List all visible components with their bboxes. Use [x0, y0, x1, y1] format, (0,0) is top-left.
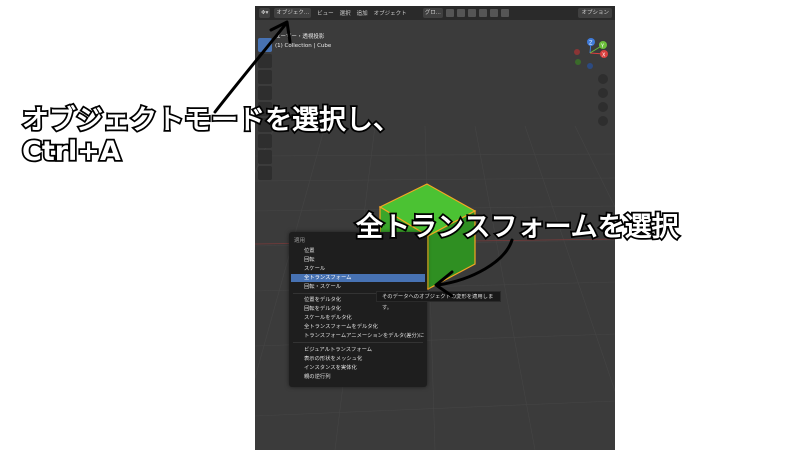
- viewport-info: ユーザー・透視投影 (1) Collection | Cube: [275, 33, 331, 51]
- move-tool-icon[interactable]: [258, 70, 272, 84]
- visibility-icon[interactable]: [478, 9, 487, 17]
- menu-item-rotation-delta[interactable]: 回転をデルタ化: [291, 305, 425, 313]
- menu-item-make-instances-real[interactable]: インスタンスを実体化: [291, 364, 425, 372]
- mode-dropdown[interactable]: オブジェク...: [274, 8, 312, 18]
- annotation-line1: オブジェクトモードを選択し、: [20, 103, 402, 138]
- measure-tool-icon[interactable]: [258, 150, 272, 164]
- pivot-icon[interactable]: [445, 9, 454, 17]
- editor-type-button[interactable]: ✥▾: [259, 8, 271, 18]
- menu-item-location[interactable]: 位置: [291, 247, 425, 255]
- annotation-line3: 全トランスフォームを選択: [354, 210, 680, 245]
- proportional-edit-icon[interactable]: [467, 9, 476, 17]
- grid-perspective-icon[interactable]: [598, 116, 608, 126]
- menu-add[interactable]: 追加: [357, 9, 368, 17]
- menu-item-visual-transform[interactable]: ビジュアルトランスフォーム: [291, 346, 425, 354]
- menu-item-all-transforms[interactable]: 全トランスフォーム: [291, 274, 425, 282]
- axis-gizmo: Z X Y: [574, 38, 608, 69]
- menu-select[interactable]: 選択: [340, 9, 351, 17]
- menu-title: 適用: [294, 238, 306, 244]
- cursor-tool-icon[interactable]: [258, 54, 272, 68]
- menu-item-all-transforms-delta[interactable]: 全トランスフォームをデルタ化: [291, 323, 425, 331]
- viewport-header: ✥▾ オブジェク... ビュー 選択 追加 オブジェクト グロ... オプション: [255, 6, 615, 20]
- zoom-icon[interactable]: [598, 74, 608, 84]
- shading-solid-icon[interactable]: [500, 9, 509, 17]
- select-tool-icon[interactable]: [258, 38, 272, 52]
- camera-icon[interactable]: [598, 102, 608, 112]
- menu-object[interactable]: オブジェクト: [374, 9, 407, 17]
- add-cube-tool-icon[interactable]: [258, 166, 272, 180]
- menu-item-visual-geometry-to-mesh[interactable]: 表示の形状をメッシュ化: [291, 355, 425, 363]
- menu-separator: [293, 342, 423, 343]
- view-label: ユーザー・透視投影: [275, 34, 325, 40]
- collection-label: (1) Collection | Cube: [275, 43, 332, 49]
- menu-item-scale-delta[interactable]: スケールをデルタ化: [291, 314, 425, 322]
- annotation-line2: Ctrl+A: [20, 134, 122, 169]
- overlay-icon[interactable]: [489, 9, 498, 17]
- menu-item-scale[interactable]: スケール: [291, 265, 425, 273]
- snap-icon[interactable]: [456, 9, 465, 17]
- svg-text:X: X: [602, 53, 606, 59]
- menu-item-rotation-scale[interactable]: 回転・スケール: [291, 283, 425, 291]
- options-dropdown[interactable]: オプション: [578, 8, 612, 18]
- menu-item-rotation[interactable]: 回転: [291, 256, 425, 264]
- menu-view[interactable]: ビュー: [317, 9, 334, 17]
- apply-menu: 適用 位置 回転 スケール 全トランスフォーム 回転・スケール 位置をデルタ化 …: [289, 232, 427, 387]
- pan-hand-icon[interactable]: [598, 88, 608, 98]
- menu-item-parent-inverse[interactable]: 親の逆行列: [291, 373, 425, 381]
- tooltip: そのデータへのオブジェクトの変形を適用します。: [376, 291, 501, 311]
- menu-item-animated-transforms-delta[interactable]: トランスフォームアニメーションをデルタ(差分)に: [291, 332, 425, 340]
- transform-orientation-dropdown[interactable]: グロ...: [422, 8, 443, 18]
- svg-text:Z: Z: [589, 41, 593, 47]
